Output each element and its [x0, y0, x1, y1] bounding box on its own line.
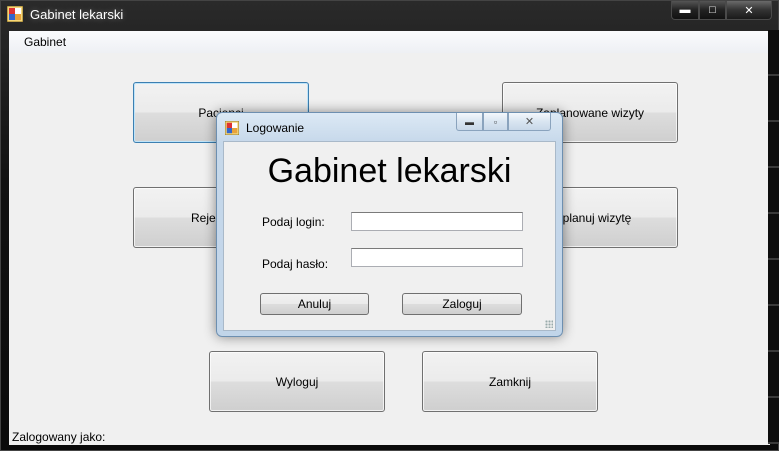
logged-in-as-label: Zalogowany jako:	[12, 430, 106, 444]
maximize-button[interactable]: □	[699, 1, 726, 20]
dialog-app-icon	[225, 121, 239, 135]
login-dialog: Logowanie ▬ ▫ ✕ Gabinet lekarski Podaj l…	[216, 112, 563, 337]
dialog-minimize-button[interactable]: ▬	[456, 113, 483, 131]
zamknij-button[interactable]: Zamknij	[422, 351, 598, 412]
login-input[interactable]	[351, 212, 523, 231]
dialog-client-area: Gabinet lekarski Podaj login: Podaj hasł…	[223, 141, 556, 331]
caption-buttons: ▬ □ ✕	[671, 1, 772, 21]
cancel-button[interactable]: Anuluj	[260, 293, 369, 315]
dialog-title: Logowanie	[246, 121, 305, 135]
minimize-button[interactable]: ▬	[671, 1, 699, 20]
password-label: Podaj hasło:	[262, 257, 329, 271]
close-button[interactable]: ✕	[726, 1, 772, 20]
dialog-close-button[interactable]: ✕	[508, 113, 551, 131]
title-bar[interactable]: Gabinet lekarski ▬ □ ✕	[1, 1, 778, 29]
menu-item-gabinet[interactable]: Gabinet	[24, 35, 66, 49]
background-window-edge	[768, 30, 779, 444]
wyloguj-button[interactable]: Wyloguj	[209, 351, 385, 412]
login-label: Podaj login:	[262, 215, 325, 229]
dialog-caption-buttons: ▬ ▫ ✕	[456, 113, 551, 131]
dialog-heading: Gabinet lekarski	[267, 152, 512, 190]
app-icon	[7, 6, 23, 22]
resize-grip-icon[interactable]	[545, 320, 553, 328]
dialog-maximize-button[interactable]: ▫	[483, 113, 508, 131]
login-button[interactable]: Zaloguj	[402, 293, 522, 315]
menu-bar: Gabinet	[9, 31, 770, 53]
window-title: Gabinet lekarski	[30, 7, 124, 22]
password-input[interactable]	[351, 248, 523, 267]
